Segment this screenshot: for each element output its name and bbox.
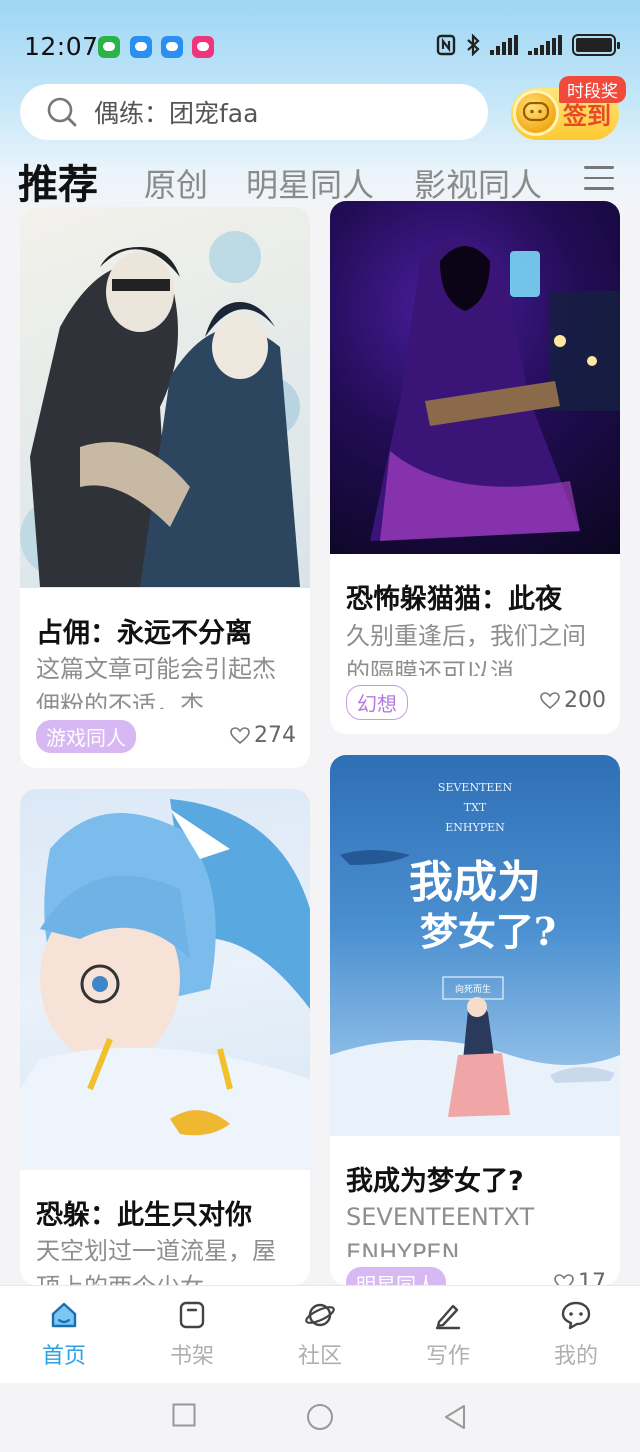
card-title: 恐躲：此生只对你 [36,1200,252,1231]
nav-profile[interactable]: 我的 [512,1286,640,1383]
status-time: 12:07 [24,32,99,61]
card-title: 占佣：永远不分离 [36,618,252,649]
card-cover: SEVENTEEN TXT ENHYPEN 我成为 梦女了? 向死而生 [330,755,620,1136]
profile-icon [561,1301,591,1330]
nav-label: 我的 [553,1344,598,1369]
nav-write[interactable]: 写作 [384,1286,512,1383]
story-card[interactable]: 恐怖躲猫猫：此夜 久别重逢后，我们之间的隔膜还可以消 幻想 200 [330,201,620,734]
nav-community[interactable]: 社区 [256,1286,384,1383]
card-description: 天空划过一道流星，屋顶上的两个少女 [36,1237,276,1285]
story-card[interactable]: 占佣：永远不分离 这篇文章可能会引起杰佣粉的不适，杰 游戏同人 274 [20,207,310,768]
back-icon[interactable] [442,1403,468,1431]
bookshelf-icon [179,1301,205,1329]
card-description: 这篇文章可能会引起杰佣粉的不适，杰 [36,655,276,709]
tab-film-fanfic[interactable]: 影视同人 [414,160,542,206]
search-icon [47,97,77,127]
nav-home[interactable]: 首页 [0,1286,128,1383]
genre-tag[interactable]: 明星同人 [346,1267,446,1285]
system-icons [436,34,620,56]
recent-apps-icon[interactable] [172,1403,196,1427]
pen-icon [435,1304,461,1330]
like-count-value: 274 [254,723,296,748]
cover-title: 梦女了? [420,909,556,954]
card-cover [330,201,620,554]
card-cover [20,789,310,1170]
cover-title: 我成为 [409,857,541,908]
bottom-navigation: 首页 书架 社区 写作 我的 [0,1285,640,1383]
card-title: 我成为梦女了? [346,1166,524,1197]
tab-celebrity-fanfic[interactable]: 明星同人 [246,160,374,206]
card-cover [20,207,310,588]
tab-recommend[interactable]: 推荐 [18,152,98,210]
cover-subtitle: SEVENTEEN [438,781,513,794]
like-count-value: 200 [564,688,606,713]
menu-icon[interactable] [584,166,614,192]
nav-label: 书架 [169,1344,214,1369]
signin-badge: 时段奖 [559,76,626,103]
system-navigation [0,1383,640,1452]
app-icon [192,36,214,58]
battery-icon [572,34,620,56]
nav-bookshelf[interactable]: 书架 [128,1286,256,1383]
search-placeholder: 偶练：团宠faa [94,99,259,128]
card-title: 恐怖躲猫猫：此夜 [346,584,562,615]
wechat-icon [98,36,120,58]
signal-icon [528,35,562,55]
card-description: 久别重逢后，我们之间的隔膜还可以消 [346,622,586,676]
nfc-icon [436,34,456,56]
nav-label: 写作 [425,1344,470,1369]
story-card[interactable]: 恐躲：此生只对你 天空划过一道流星，屋顶上的两个少女 [20,789,310,1285]
nav-label: 首页 [41,1344,86,1369]
like-count[interactable]: 17 [554,1270,606,1285]
card-description: SEVENTEENTXT ENHYPEN [346,1203,535,1257]
signin-button[interactable]: 签到 时段奖 [505,74,626,146]
like-count[interactable]: 200 [540,688,606,713]
like-count-value: 17 [578,1270,606,1285]
like-count[interactable]: 274 [230,723,296,748]
weather-icon [161,36,183,58]
home-button-icon[interactable] [306,1403,334,1431]
message-icon [130,36,152,58]
tab-original[interactable]: 原创 [144,160,208,206]
genre-tag[interactable]: 游戏同人 [36,720,136,753]
story-card[interactable]: SEVENTEEN TXT ENHYPEN 我成为 梦女了? 向死而生 我成为梦… [330,755,620,1285]
nav-label: 社区 [297,1344,342,1369]
heart-icon [554,1273,574,1285]
bluetooth-icon [467,34,480,56]
heart-icon [540,691,560,709]
genre-tag[interactable]: 幻想 [346,685,408,720]
heart-icon [230,726,250,744]
search-bar[interactable]: 偶练：团宠faa [20,84,488,140]
home-icon [51,1302,77,1328]
signal-icon [490,35,518,55]
cover-stamp: 向死而生 [455,983,491,995]
cover-subtitle: ENHYPEN [445,821,505,834]
cover-subtitle: TXT [464,801,487,814]
category-tabs: 推荐 原创 明星同人 影视同人 [18,152,638,208]
community-icon [305,1303,335,1327]
coin-icon [513,90,559,136]
